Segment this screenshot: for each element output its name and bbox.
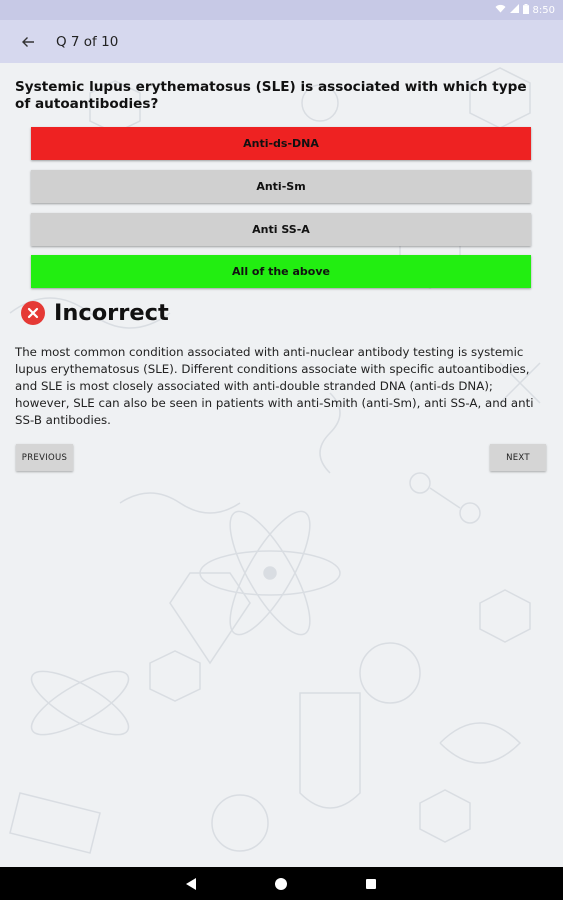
signal-icon bbox=[509, 4, 519, 16]
system-nav-bar bbox=[0, 867, 563, 900]
status-icons: 8:50 bbox=[495, 3, 555, 17]
recents-square-icon bbox=[366, 878, 376, 889]
quiz-content: Systemic lupus erythematosus (SLE) is as… bbox=[0, 63, 563, 867]
error-circle-icon bbox=[21, 301, 45, 325]
status-time: 8:50 bbox=[532, 4, 555, 16]
arrow-back-icon bbox=[22, 36, 34, 47]
system-recents-button[interactable] bbox=[351, 867, 391, 900]
back-triangle-icon bbox=[186, 877, 196, 890]
system-back-button[interactable] bbox=[171, 867, 211, 900]
result-text: Incorrect bbox=[54, 300, 169, 326]
result-banner: Incorrect bbox=[21, 297, 169, 329]
answer-option-4[interactable]: All of the above bbox=[31, 255, 531, 288]
previous-button[interactable]: PREVIOUS bbox=[16, 444, 73, 471]
battery-icon bbox=[522, 3, 529, 17]
home-circle-icon bbox=[275, 877, 287, 890]
answer-option-3[interactable]: Anti SS-A bbox=[31, 213, 531, 246]
system-home-button[interactable] bbox=[261, 867, 301, 900]
wifi-icon bbox=[495, 4, 506, 16]
question-text: Systemic lupus erythematosus (SLE) is as… bbox=[15, 79, 527, 112]
back-button[interactable] bbox=[6, 20, 50, 63]
app-bar: Q 7 of 10 bbox=[0, 20, 563, 63]
next-button[interactable]: NEXT bbox=[490, 444, 546, 471]
status-bar: 8:50 bbox=[0, 0, 563, 20]
page-title: Q 7 of 10 bbox=[56, 33, 119, 50]
explanation-text: The most common condition associated wit… bbox=[15, 345, 534, 427]
answer-option-1[interactable]: Anti-ds-DNA bbox=[31, 127, 531, 160]
answer-option-2[interactable]: Anti-Sm bbox=[31, 170, 531, 203]
